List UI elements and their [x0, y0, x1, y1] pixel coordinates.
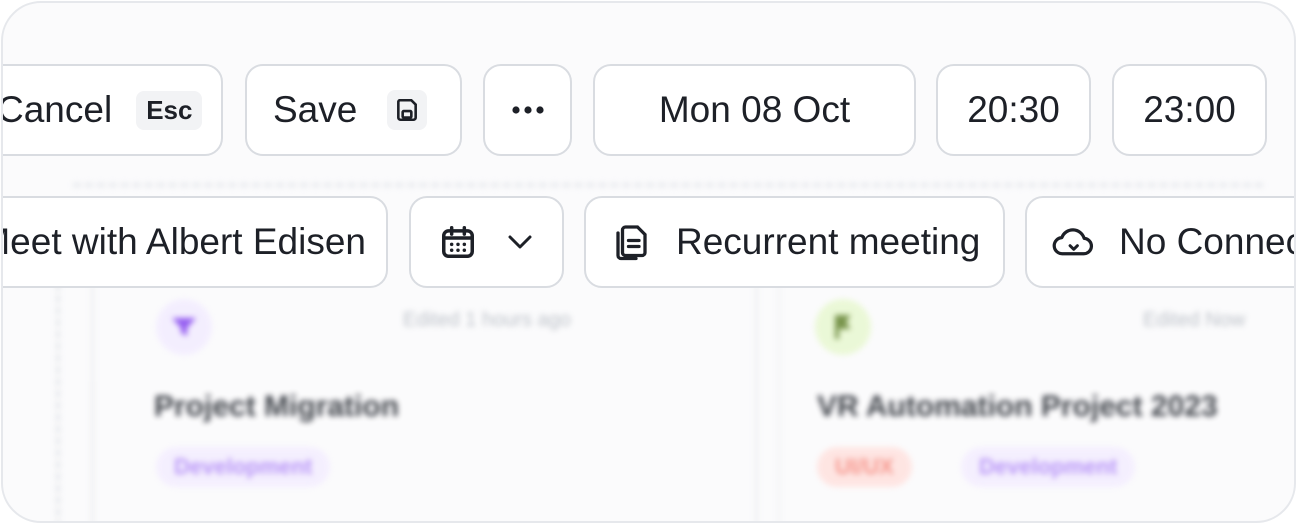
- event-title: Meet with Albert Edisen: [1, 221, 366, 262]
- connection-button[interactable]: No Connection: [1025, 196, 1294, 288]
- calendar-icon: [439, 222, 477, 262]
- flag-icon: [815, 299, 871, 355]
- save-label: Save: [273, 89, 358, 130]
- card-title: Project Migration: [154, 390, 400, 423]
- recurrence-label: Recurrent meeting: [676, 221, 981, 262]
- start-time: 20:30: [967, 89, 1060, 130]
- start-time-button[interactable]: 20:30: [936, 64, 1091, 156]
- filter-icon: [156, 299, 212, 355]
- card-edited-time: Edited 1 hours ago: [403, 309, 571, 331]
- timeline-axis: [56, 283, 60, 521]
- cancel-button[interactable]: Cancel Esc: [1, 64, 223, 156]
- card-edited-time: Edited Now: [1143, 309, 1246, 331]
- recurrence-button[interactable]: Recurrent meeting: [584, 196, 1005, 288]
- chevron-down-icon: [507, 234, 533, 250]
- project-card[interactable]: Edited Now VR Automation Project 2023 UI…: [793, 285, 1293, 521]
- timeline-divider: [73, 183, 1263, 187]
- tag-development: Development: [156, 447, 331, 487]
- documents-icon: [612, 221, 648, 263]
- end-time-button[interactable]: 23:00: [1112, 64, 1267, 156]
- escape-shortcut-badge: Esc: [136, 90, 203, 130]
- cloud-icon: [1051, 225, 1095, 259]
- cancel-label: Cancel: [1, 89, 113, 130]
- column-divider: [755, 283, 758, 521]
- floppy-disk-icon: [387, 90, 428, 130]
- ellipsis-icon: [511, 105, 545, 115]
- tag-development: Development: [961, 447, 1136, 487]
- column-divider: [778, 283, 780, 521]
- column-divider: [91, 283, 94, 521]
- end-time: 23:00: [1143, 89, 1236, 130]
- window-frame: Edited 1 hours ago Project Migration Dev…: [1, 1, 1296, 523]
- event-date: Mon 08 Oct: [658, 89, 851, 130]
- event-title-field[interactable]: Meet with Albert Edisen: [1, 196, 388, 288]
- calendar-select-button[interactable]: [409, 196, 564, 288]
- tag-uiux: UI/UX: [817, 447, 912, 487]
- card-title: VR Automation Project 2023: [817, 390, 1218, 423]
- date-picker-button[interactable]: Mon 08 Oct: [593, 64, 916, 156]
- save-button[interactable]: Save: [245, 64, 462, 156]
- project-card[interactable]: Edited 1 hours ago Project Migration Dev…: [128, 285, 748, 521]
- more-options-button[interactable]: [483, 64, 572, 156]
- connection-label: No Connection: [1119, 221, 1294, 262]
